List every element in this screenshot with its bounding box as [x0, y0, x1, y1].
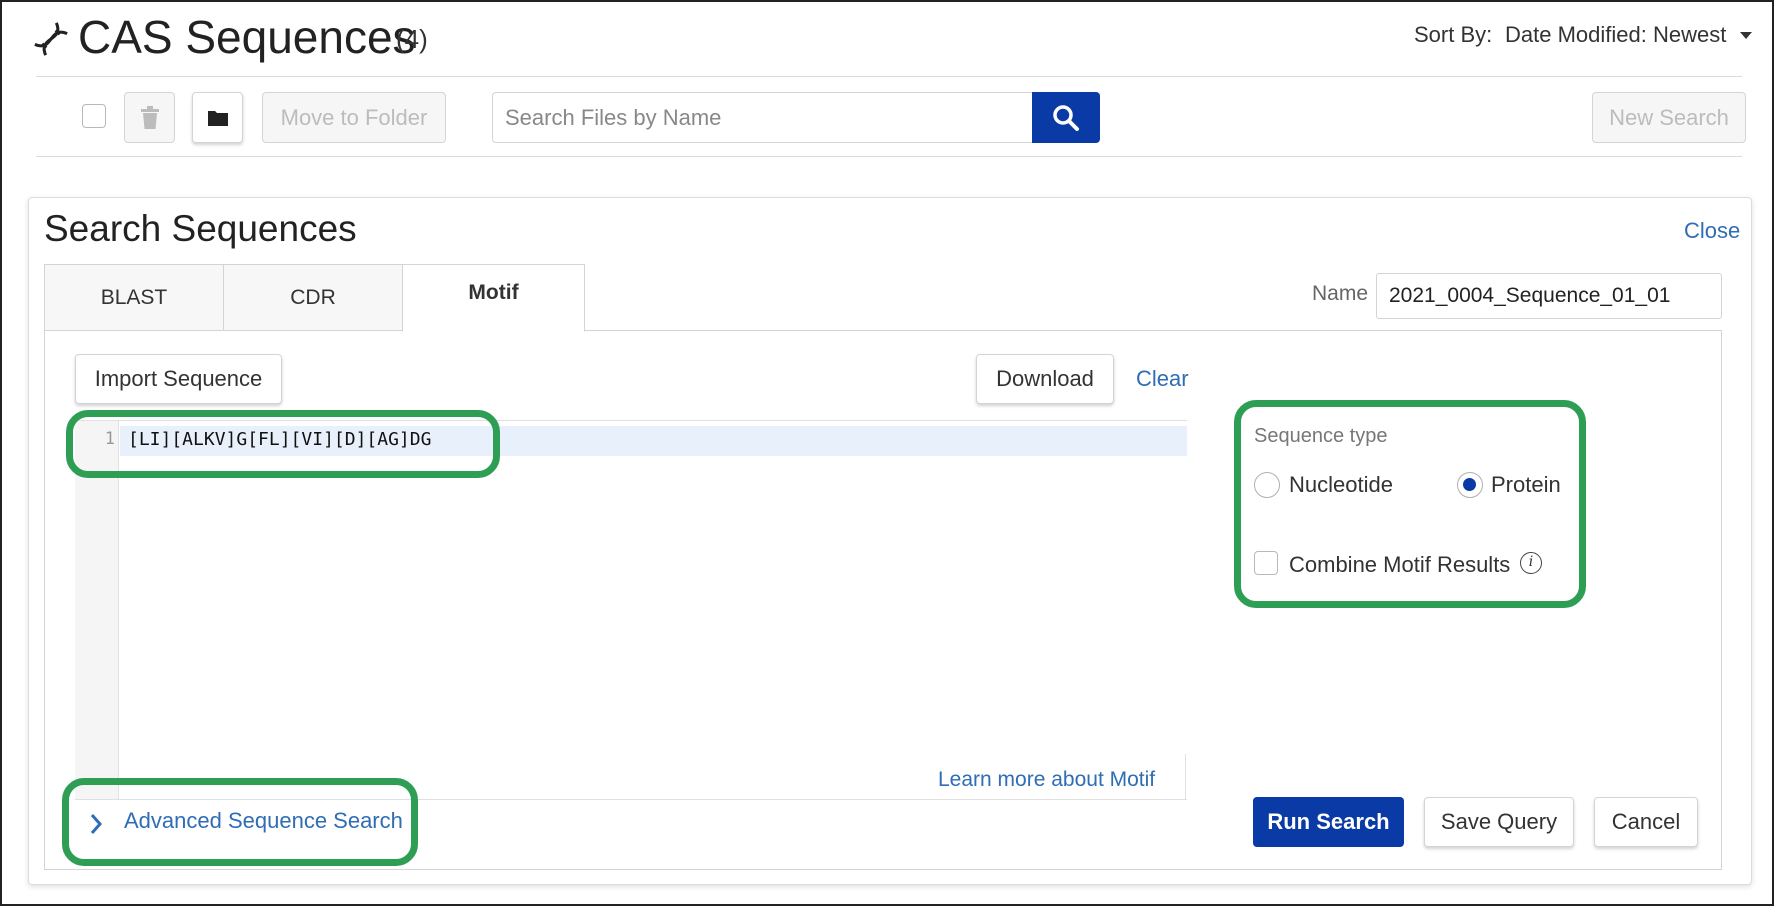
sort-label: Sort By:: [1414, 22, 1493, 47]
delete-button[interactable]: [124, 92, 175, 143]
download-button[interactable]: Download: [976, 354, 1114, 404]
search-button[interactable]: [1032, 92, 1100, 143]
name-field[interactable]: [1376, 273, 1722, 319]
panel-title: Search Sequences: [44, 208, 357, 249]
line-gutter: [75, 421, 119, 799]
import-sequence-button[interactable]: Import Sequence: [75, 354, 282, 404]
protein-radio[interactable]: [1457, 472, 1483, 498]
clear-link[interactable]: Clear: [1136, 366, 1189, 392]
sequence-type-label: Sequence type: [1254, 425, 1388, 447]
info-icon[interactable]: i: [1520, 552, 1542, 574]
sort-dropdown[interactable]: Date Modified: Newest: [1505, 22, 1726, 48]
cancel-button[interactable]: Cancel: [1594, 797, 1698, 847]
run-search-button[interactable]: Run Search: [1253, 797, 1404, 847]
dna-icon: [34, 22, 68, 56]
tab-cdr[interactable]: CDR: [223, 264, 403, 331]
select-all-checkbox[interactable]: [82, 104, 106, 128]
chevron-right-icon[interactable]: [88, 812, 104, 836]
protein-label[interactable]: Protein: [1491, 472, 1561, 498]
nucleotide-label[interactable]: Nucleotide: [1289, 472, 1393, 498]
new-search-button[interactable]: New Search: [1592, 92, 1746, 143]
page-title: CAS Sequences: [78, 11, 416, 63]
divider: [36, 76, 1742, 77]
trash-icon: [140, 105, 159, 129]
folder-button[interactable]: [192, 92, 243, 143]
file-count: (4): [396, 24, 428, 54]
combine-motif-label[interactable]: Combine Motif Results: [1289, 552, 1510, 578]
motif-code-line[interactable]: [LI][ALKV]G[FL][VI][D][AG]DG: [128, 429, 431, 450]
tab-motif[interactable]: Motif: [402, 264, 585, 332]
chevron-down-icon[interactable]: [1740, 32, 1752, 39]
search-icon: [1053, 104, 1079, 131]
folder-icon: [207, 110, 228, 126]
advanced-search-link[interactable]: Advanced Sequence Search: [124, 808, 403, 834]
app-window: CAS Sequences (4) Sort By: Date Modified…: [0, 0, 1774, 906]
search-input[interactable]: [492, 92, 1032, 143]
save-query-button[interactable]: Save Query: [1424, 797, 1574, 847]
sequence-editor[interactable]: [75, 420, 1187, 800]
line-number: 1: [104, 429, 115, 449]
divider: [1185, 754, 1186, 800]
tab-blast[interactable]: BLAST: [44, 264, 224, 331]
divider: [36, 156, 1742, 157]
move-to-folder-button[interactable]: Move to Folder: [262, 92, 446, 143]
combine-motif-checkbox[interactable]: [1254, 551, 1278, 575]
nucleotide-radio[interactable]: [1254, 472, 1280, 498]
name-label: Name: [1312, 282, 1369, 305]
close-link[interactable]: Close: [1684, 218, 1740, 244]
learn-more-link[interactable]: Learn more about Motif: [938, 768, 1155, 792]
